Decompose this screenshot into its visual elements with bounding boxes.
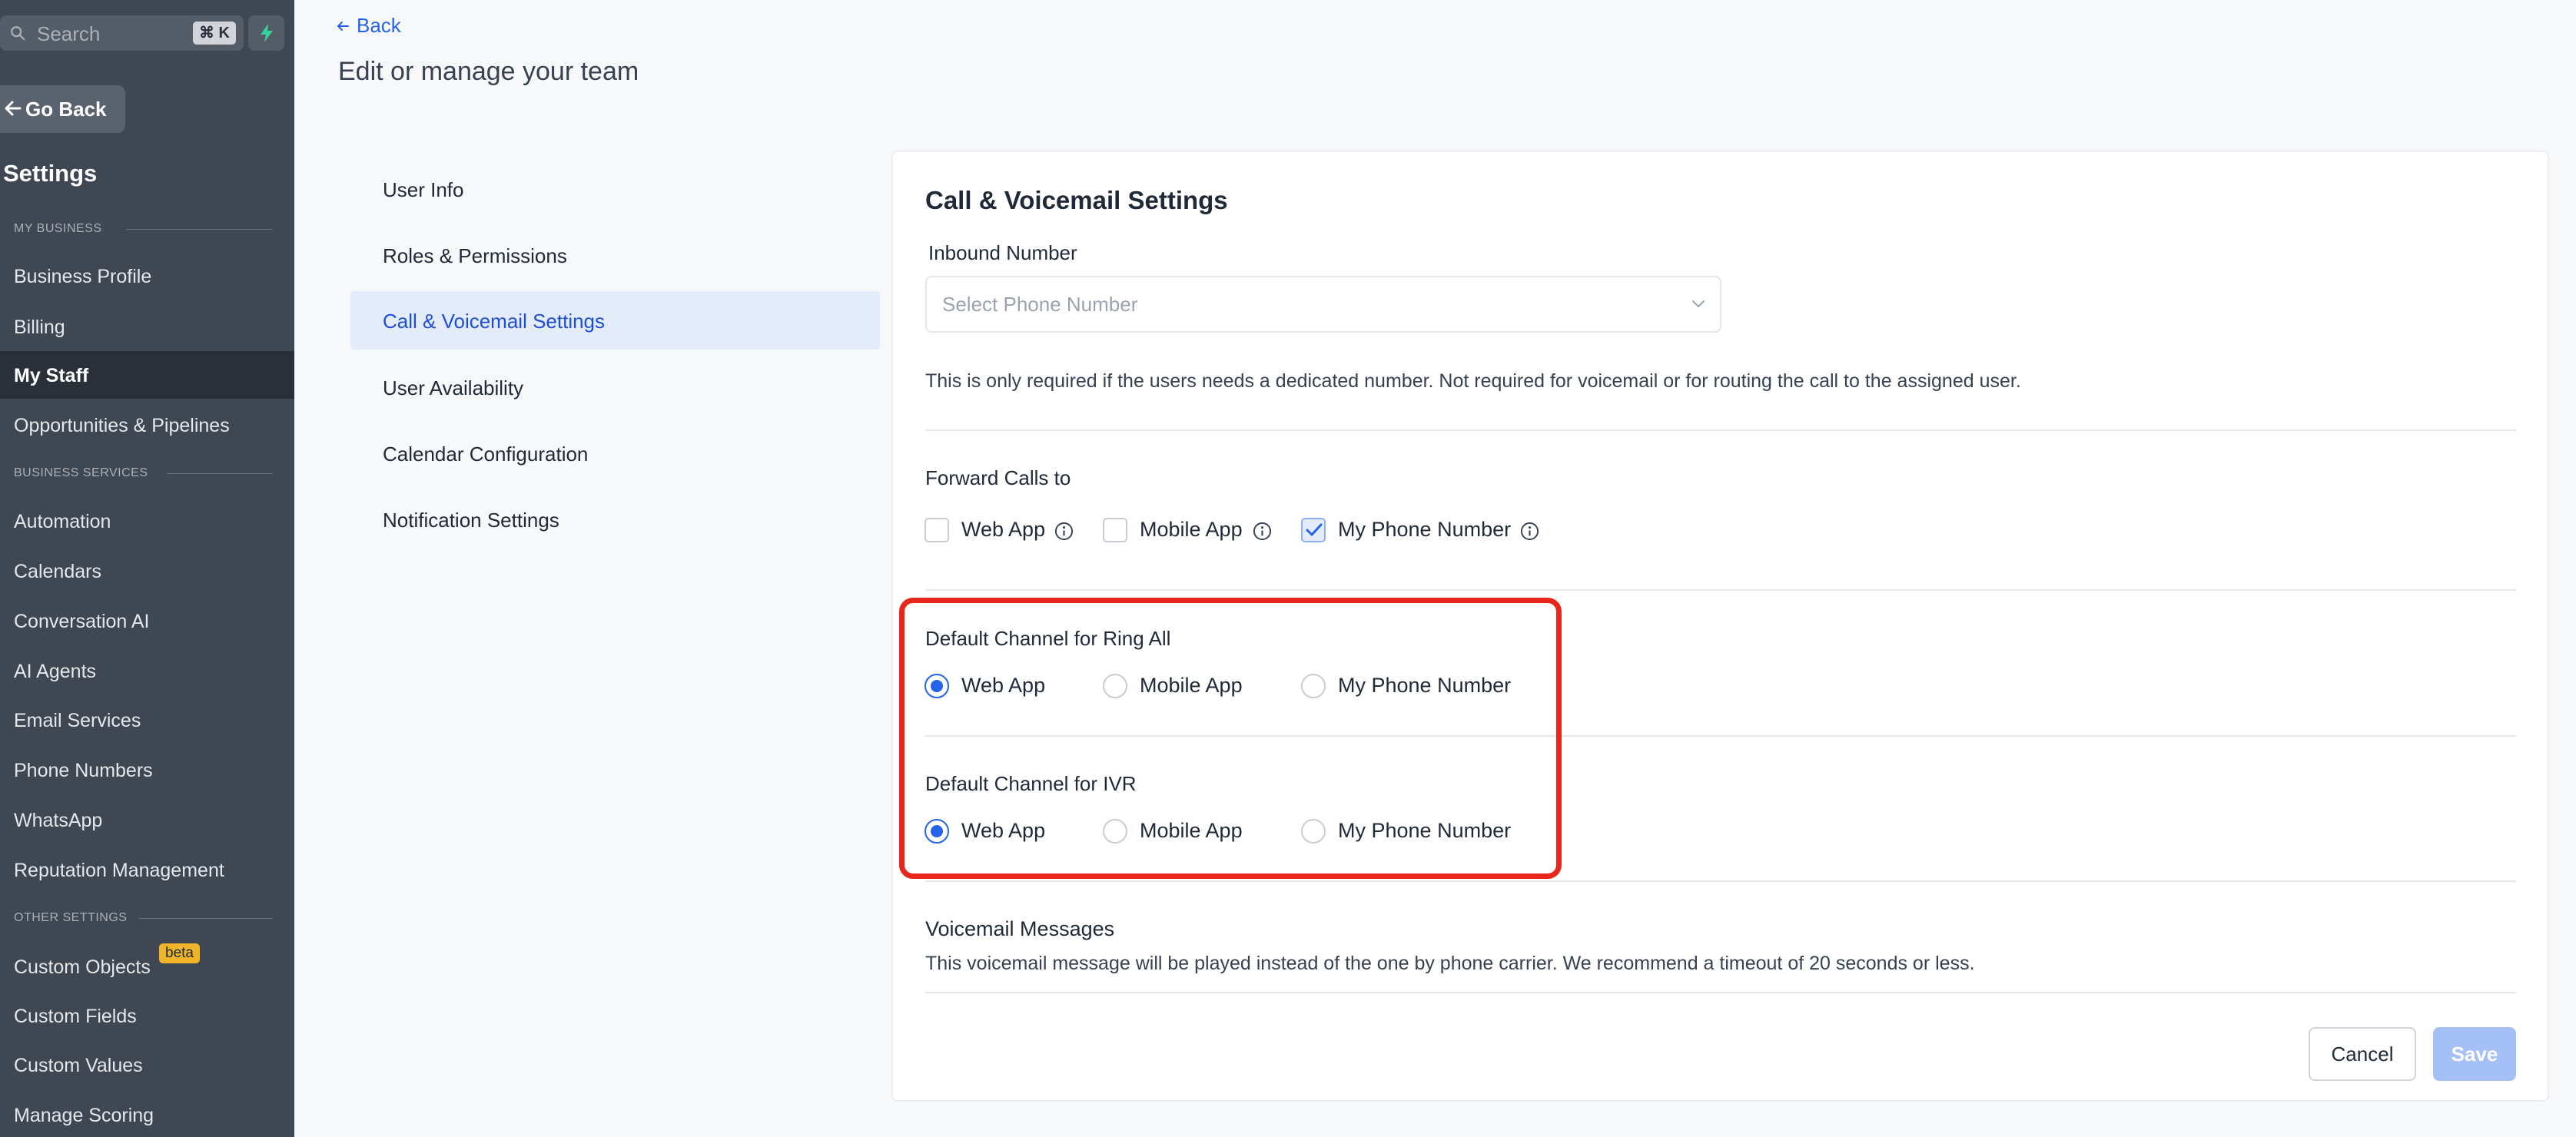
sidebar: Search ⌘ K Go Back Settings MY BUSINESS … [0,0,294,1137]
sidebar-item-conversation-ai[interactable]: Conversation AI [0,597,294,645]
tab-roles-permissions[interactable]: Roles & Permissions [350,226,880,284]
page-title: Edit or manage your team [338,57,639,86]
section-divider [925,429,2516,431]
go-back-label: Go Back [25,98,107,121]
sidebar-item-billing[interactable]: Billing [0,303,294,350]
voicemail-label: Voicemail Messages [925,917,1115,940]
forward-web-app-checkbox[interactable]: Web App [925,515,1078,545]
section-header-business-services: BUSINESS SERVICES [14,466,148,479]
chevron-down-icon [1692,300,1705,308]
search-icon [11,26,25,41]
sidebar-item-reputation-management[interactable]: Reputation Management [0,846,294,893]
section-divider [925,992,2516,993]
arrow-left-icon [5,101,22,116]
info-icon[interactable] [1252,521,1273,542]
sidebar-item-business-profile[interactable]: Business Profile [0,252,294,300]
cancel-button[interactable]: Cancel [2309,1027,2416,1081]
beta-badge: beta [159,943,200,963]
inbound-number-label: Inbound Number [928,241,1077,264]
forward-mobile-app-checkbox[interactable]: Mobile App [1103,515,1280,545]
inbound-number-helper: This is only required if the users needs… [925,370,2021,392]
forward-calls-label: Forward Calls to [925,466,1071,489]
sidebar-item-whatsapp[interactable]: WhatsApp [0,796,294,844]
go-back-button[interactable]: Go Back [0,85,125,133]
tab-user-info[interactable]: User Info [350,160,880,218]
search-placeholder: Search [37,22,101,45]
inbound-number-select[interactable]: Select Phone Number [925,276,1721,333]
tab-user-availability[interactable]: User Availability [350,358,880,416]
checkmark-icon [1306,523,1323,536]
sidebar-item-ai-agents[interactable]: AI Agents [0,647,294,694]
back-link-label: Back [357,14,401,37]
section-header-my-business: MY BUSINESS [14,222,102,235]
forward-my-phone-number-checkbox[interactable]: My Phone Number [1301,515,1547,545]
sidebar-item-opportunities-pipelines[interactable]: Opportunities & Pipelines [0,401,294,449]
sidebar-item-email-services[interactable]: Email Services [0,696,294,744]
lightning-bolt-icon [261,24,273,42]
sidebar-item-automation[interactable]: Automation [0,497,294,545]
checkbox[interactable] [1103,518,1127,542]
section-divider [167,473,272,474]
save-button[interactable]: Save [2433,1027,2516,1081]
checkbox[interactable] [925,518,949,542]
section-divider [126,229,272,230]
sidebar-item-my-staff[interactable]: My Staff [0,351,294,399]
back-link[interactable]: Back [335,14,401,38]
section-header-other-settings: OTHER SETTINGS [14,911,128,924]
tab-notification-settings[interactable]: Notification Settings [350,490,880,549]
search-shortcut-badge: ⌘ K [193,22,236,45]
sidebar-item-custom-fields[interactable]: Custom Fields [0,992,294,1039]
sidebar-title: Settings [3,160,98,187]
voicemail-helper: This voicemail message will be played in… [925,953,1975,974]
highlight-annotation-box [899,598,1562,879]
card-title: Call & Voicemail Settings [925,186,1228,214]
sidebar-item-phone-numbers[interactable]: Phone Numbers [0,746,294,794]
quick-actions-button[interactable] [248,15,284,51]
search-input[interactable]: Search ⌘ K [0,15,244,51]
section-divider [925,880,2516,882]
tab-calendar-configuration[interactable]: Calendar Configuration [350,424,880,482]
checkbox-checked[interactable] [1301,518,1326,542]
sidebar-item-custom-objects[interactable]: Custom Objects [0,943,294,990]
search-row: Search ⌘ K [0,15,286,51]
section-divider [138,918,272,919]
arrow-left-icon [337,22,349,31]
sidebar-item-manage-scoring[interactable]: Manage Scoring [0,1091,294,1137]
section-divider [925,589,2516,591]
sidebar-item-custom-values[interactable]: Custom Values [0,1041,294,1089]
sidebar-item-calendars[interactable]: Calendars [0,547,294,595]
info-icon[interactable] [1519,521,1540,542]
inbound-number-placeholder: Select Phone Number [942,293,1138,316]
info-icon[interactable] [1054,521,1074,542]
tab-call-voicemail-settings[interactable]: Call & Voicemail Settings [350,291,880,350]
